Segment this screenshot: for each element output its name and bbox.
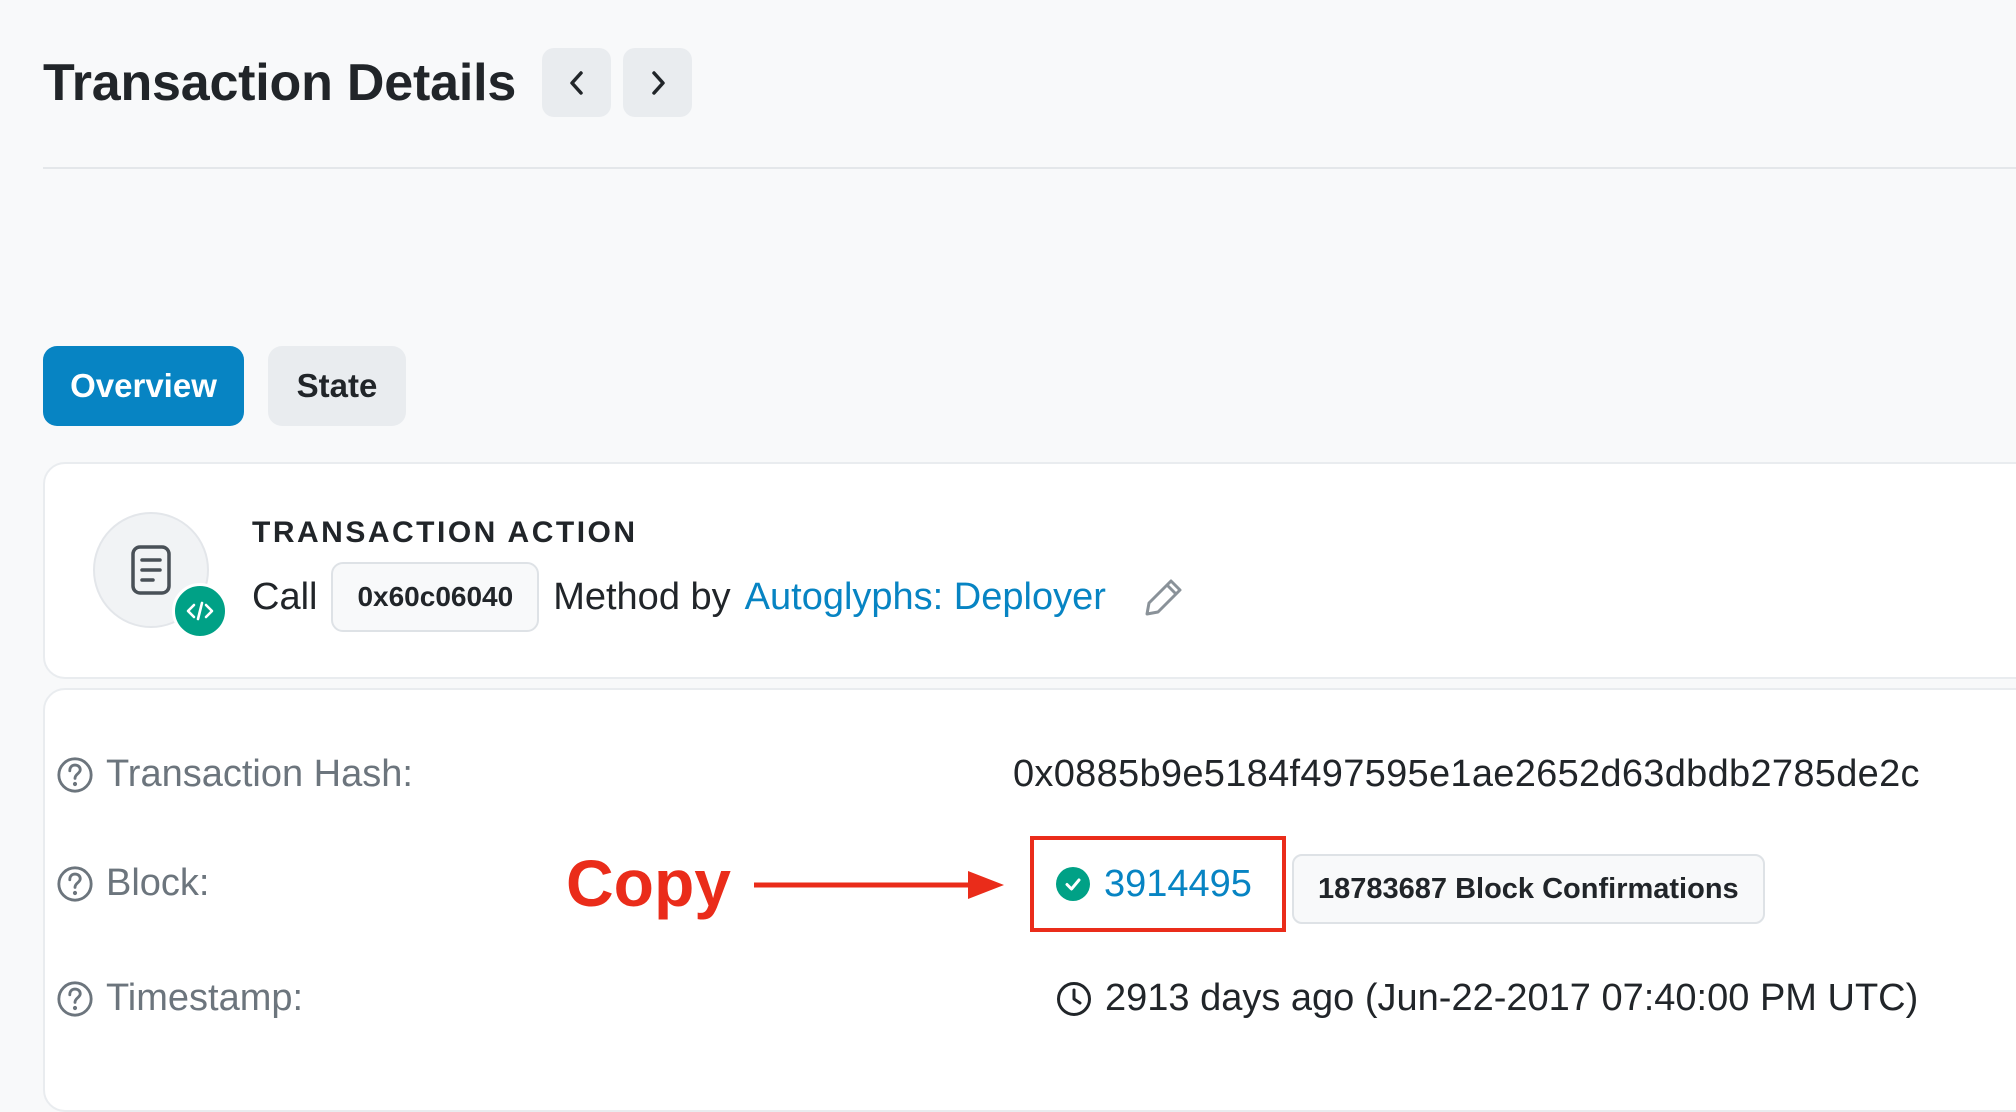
transaction-hash-label: Transaction Hash: bbox=[106, 753, 413, 795]
previous-transaction-button[interactable] bbox=[542, 48, 612, 117]
block-row: Block: bbox=[56, 862, 209, 905]
header-divider bbox=[43, 167, 2016, 169]
transaction-action-heading: TRANSACTION ACTION bbox=[252, 516, 638, 549]
transaction-hash-value-wrap: 0x0885b9e5184f497595e1ae2652d63dbdb2785d… bbox=[1013, 753, 1920, 796]
document-icon bbox=[131, 545, 171, 595]
chevron-left-icon bbox=[569, 70, 583, 95]
tab-overview[interactable]: Overview bbox=[43, 346, 244, 426]
check-circle-icon bbox=[1056, 867, 1090, 901]
method-by-label: Method by bbox=[553, 575, 731, 618]
annotation-arrow-icon bbox=[754, 871, 1004, 899]
page-header: Transaction Details bbox=[43, 48, 704, 117]
tab-bar: Overview State bbox=[43, 346, 430, 426]
block-label: Block: bbox=[106, 862, 210, 904]
transaction-hash-row: Transaction Hash: bbox=[56, 753, 413, 796]
call-label: Call bbox=[252, 575, 318, 618]
block-confirmations-badge: 18783687 Block Confirmations bbox=[1292, 854, 1765, 924]
copy-annotation-label: Copy bbox=[566, 846, 731, 920]
timestamp-value: 2913 days ago (Jun-22-2017 07:40:00 PM U… bbox=[1105, 977, 1919, 1019]
timestamp-label: Timestamp: bbox=[106, 977, 304, 1019]
page-title: Transaction Details bbox=[43, 53, 517, 112]
block-highlight-box: 3914495 bbox=[1030, 836, 1286, 932]
clock-icon bbox=[1055, 980, 1093, 1018]
transaction-action-card: TRANSACTION ACTION Call 0x60c06040 Metho… bbox=[43, 462, 2016, 679]
timestamp-row: Timestamp: bbox=[56, 977, 303, 1020]
method-badge: 0x60c06040 bbox=[331, 562, 540, 632]
tab-state[interactable]: State bbox=[268, 346, 406, 426]
code-icon bbox=[172, 583, 228, 639]
timestamp-value-wrap: 2913 days ago (Jun-22-2017 07:40:00 PM U… bbox=[1055, 977, 1918, 1020]
block-number-link[interactable]: 3914495 bbox=[1104, 863, 1252, 906]
question-circle-icon[interactable] bbox=[56, 756, 94, 794]
question-circle-icon[interactable] bbox=[56, 865, 94, 903]
transaction-hash-value: 0x0885b9e5184f497595e1ae2652d63dbdb2785d… bbox=[1013, 753, 1920, 795]
chevron-right-icon bbox=[651, 70, 665, 95]
next-transaction-button[interactable] bbox=[623, 48, 693, 117]
deployer-link[interactable]: Autoglyphs: Deployer bbox=[745, 576, 1106, 619]
pencil-icon[interactable] bbox=[1142, 575, 1186, 619]
question-circle-icon[interactable] bbox=[56, 980, 94, 1018]
transaction-action-summary: Call 0x60c06040 Method by Autoglyphs: De… bbox=[252, 562, 1186, 632]
